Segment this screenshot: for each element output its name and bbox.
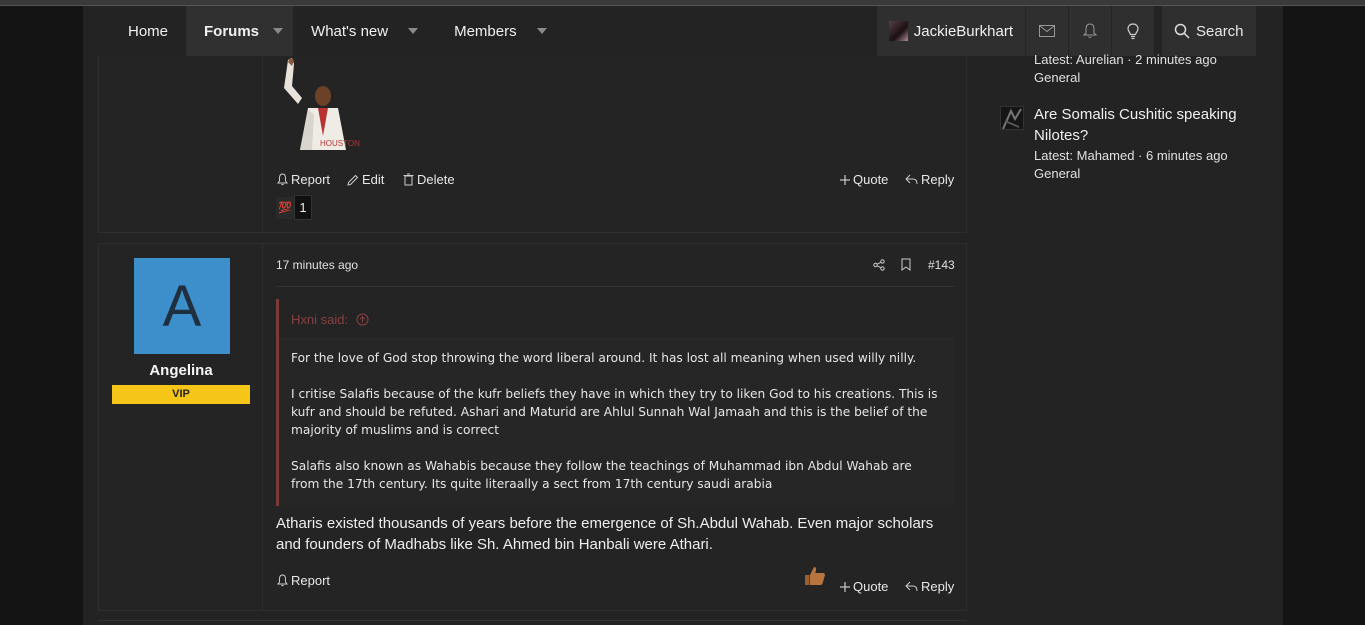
envelope-icon [1039,25,1055,37]
search-label: Search [1196,22,1244,40]
hundred-emoji-icon: 💯 [276,196,294,219]
reply-label: Reply [921,172,955,187]
thumbs-up-icon [805,567,825,585]
user-banner-vip: VIP [112,385,250,404]
inbox-button[interactable] [1025,6,1068,56]
lightbulb-icon [1127,22,1139,39]
svg-text:HOUSTON: HOUSTON [320,139,360,148]
report-button[interactable]: Report [277,172,330,187]
avatar [889,21,908,41]
edit-button[interactable]: Edit [347,172,384,187]
quote-author-label: Hxni said: [291,312,349,327]
reply-button[interactable]: Reply [905,579,954,594]
quote-header: Hxni said: [279,299,955,339]
report-label: Report [291,172,331,187]
nav-home[interactable]: Home [110,6,186,56]
post-user-cell [99,56,263,232]
like-reaction-button[interactable] [803,564,827,594]
post-gif-image[interactable]: HOUSTON [278,58,370,150]
quote-author-link[interactable]: Hxni said: [291,312,369,327]
nav-forums-label: Forums [204,22,260,40]
reaction-summary[interactable]: 💯 1 [276,195,312,220]
nav-whats-new[interactable]: What's new [293,6,436,56]
chevron-down-icon[interactable] [536,28,547,34]
share-icon[interactable] [873,259,885,271]
bell-icon [277,574,288,587]
post-number-link[interactable]: #143 [928,258,955,272]
thread-title-link[interactable]: Are Somalis Cushitic speaking Nilotes? [1034,104,1254,146]
nav-members[interactable]: Members [436,6,565,56]
quote-label: Quote [853,172,889,187]
nav-members-label: Members [454,22,517,40]
account-button[interactable]: JackieBurkhart [877,6,1025,56]
bell-icon [1083,23,1097,38]
report-label: Report [291,573,331,588]
delete-label: Delete [417,172,455,187]
quote-paragraph: Salafis also known as Wahabis because th… [291,459,912,491]
divider [276,286,955,287]
avatar[interactable]: A [134,258,230,354]
post-message: A Angelina VIP 17 minutes ago #143 Hxni … [98,243,967,611]
chevron-down-icon[interactable] [408,28,419,34]
search-button[interactable]: Search [1162,6,1256,56]
thread-forum-link[interactable]: General [1034,70,1080,85]
post-timestamp[interactable]: 17 minutes ago [276,258,358,272]
quote-block: Hxni said: For the love of God stop thro… [276,299,955,506]
pencil-icon [347,174,359,186]
reply-icon [905,581,918,592]
user-nav: JackieBurkhart Search [877,6,1256,56]
nav-forums[interactable]: Forums [186,6,294,56]
post-user-cell: A Angelina VIP [99,244,263,610]
reply-icon [905,174,918,185]
plus-icon [840,581,850,592]
quote-paragraph: For the love of God stop throwing the wo… [291,351,917,365]
trash-icon [403,173,414,186]
username: JackieBurkhart [913,22,1013,40]
arrow-up-circle-icon[interactable] [356,313,369,326]
quote-button[interactable]: Quote [840,172,888,187]
bell-icon [277,173,288,186]
main-nav: Home Forums What's new Members [110,6,565,56]
reply-label: Reply [921,579,955,594]
quote-label: Quote [853,579,889,594]
chevron-down-icon[interactable] [273,28,284,34]
bookmark-icon[interactable] [901,258,911,271]
plus-icon [840,174,850,185]
edit-label: Edit [362,172,385,187]
alerts-button[interactable] [1068,6,1111,56]
reaction-count: 1 [294,195,312,220]
divider [98,620,967,621]
nav-whats-new-label: What's new [311,22,389,40]
quote-button[interactable]: Quote [840,579,888,594]
quote-content: For the love of God stop throwing the wo… [291,349,943,511]
thread-forum-link[interactable]: General [1034,166,1080,181]
reply-button[interactable]: Reply [905,172,954,187]
post-author-name[interactable]: Angelina [99,362,263,379]
post-message [98,56,967,233]
style-toggle-button[interactable] [1111,6,1154,56]
search-icon [1174,23,1190,39]
quote-paragraph: I critise Salafis because of the kufr be… [291,387,938,437]
delete-button[interactable]: Delete [403,172,455,187]
post-body: Atharis existed thousands of years befor… [276,515,934,553]
thread-author-avatar[interactable] [1000,106,1024,130]
report-button[interactable]: Report [277,573,330,588]
thread-meta[interactable]: Latest: Aurelian · 2 minutes ago [1034,52,1217,67]
thread-meta[interactable]: Latest: Mahamed · 6 minutes ago [1034,148,1228,163]
